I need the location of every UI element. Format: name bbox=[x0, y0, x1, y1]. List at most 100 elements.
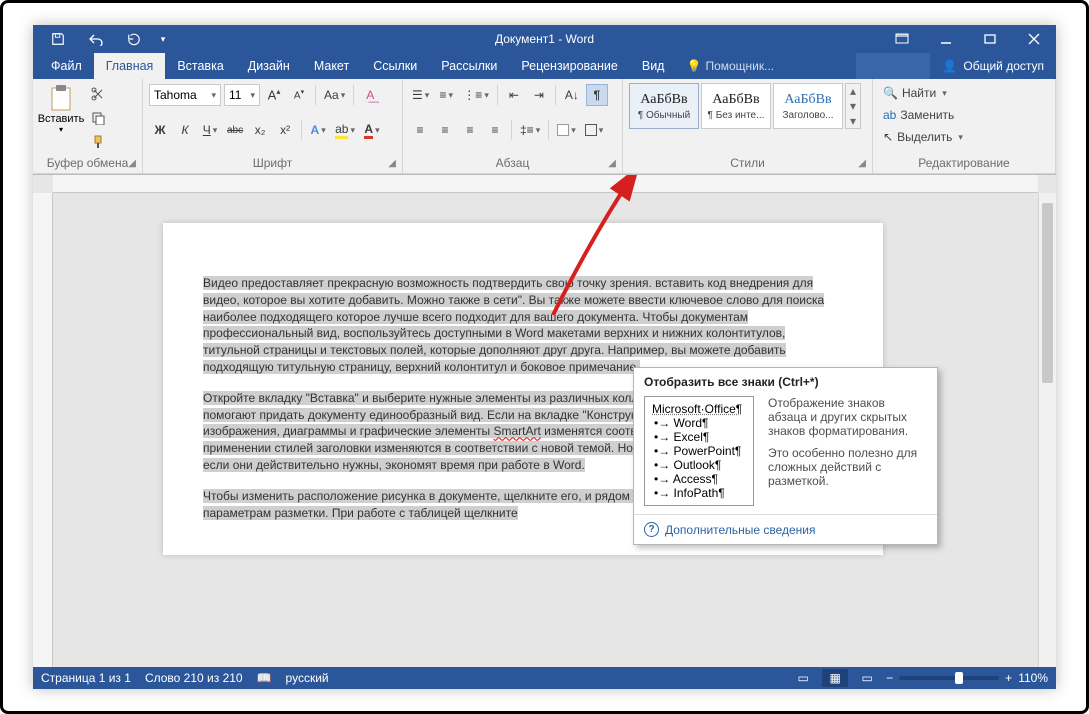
grow-font-button[interactable]: A▴ bbox=[263, 84, 285, 106]
cursor-icon: ↖ bbox=[883, 130, 893, 144]
increase-indent-button[interactable]: ⇥ bbox=[528, 84, 550, 106]
format-painter-button[interactable] bbox=[87, 131, 109, 153]
close-button[interactable] bbox=[1012, 25, 1056, 53]
zoom-out-button[interactable]: − bbox=[886, 671, 893, 685]
change-case-button[interactable]: Aa▾ bbox=[321, 84, 348, 106]
shrink-font-button[interactable]: A▾ bbox=[288, 84, 310, 106]
title-bar: ▾ Документ1 - Word bbox=[33, 25, 1056, 53]
dialog-launcher-icon[interactable]: ◢ bbox=[388, 158, 396, 169]
status-proofing-icon[interactable]: 📖 bbox=[257, 671, 272, 685]
scrollbar-thumb[interactable] bbox=[1042, 203, 1053, 383]
share-button[interactable]: 👤Общий доступ bbox=[930, 53, 1056, 79]
cut-button[interactable] bbox=[87, 83, 109, 105]
group-editing: 🔍Найти▾ abЗаменить ↖Выделить▾ Редактиров… bbox=[873, 79, 1056, 173]
bullets-button[interactable]: ☰▾ bbox=[409, 84, 432, 106]
align-left-button[interactable]: ≡ bbox=[409, 119, 431, 141]
group-styles: АаБбВв¶ Обычный АаБбВв¶ Без инте... АаБб… bbox=[623, 79, 873, 173]
text-effects-button[interactable]: A▾ bbox=[307, 119, 329, 141]
doc-paragraph[interactable]: Видео предоставляет прекрасную возможнос… bbox=[203, 276, 824, 374]
zoom-slider[interactable] bbox=[899, 676, 999, 680]
tab-review[interactable]: Рецензирование bbox=[509, 53, 630, 79]
show-hide-marks-button[interactable]: ¶ bbox=[586, 84, 608, 106]
clear-formatting-button[interactable]: A͟ bbox=[359, 84, 381, 106]
line-spacing-button[interactable]: ‡≡▾ bbox=[517, 119, 543, 141]
ruler-horizontal[interactable] bbox=[53, 175, 1038, 193]
style-no-spacing[interactable]: АаБбВв¶ Без инте... bbox=[701, 83, 771, 129]
numbering-button[interactable]: ≡▾ bbox=[435, 84, 457, 106]
decrease-indent-button[interactable]: ⇤ bbox=[503, 84, 525, 106]
undo-button[interactable] bbox=[79, 27, 113, 51]
status-bar: Страница 1 из 1 Слово 210 из 210 📖 русск… bbox=[33, 667, 1056, 689]
copy-button[interactable] bbox=[87, 107, 109, 129]
tab-mailings[interactable]: Рассылки bbox=[429, 53, 509, 79]
dialog-launcher-icon[interactable]: ◢ bbox=[128, 158, 136, 169]
group-clipboard: Вставить ▾ Буфер обмена◢ bbox=[33, 79, 143, 173]
qat-customize-button[interactable]: ▾ bbox=[155, 27, 171, 51]
pilcrow-tooltip: Отобразить все знаки (Ctrl+*) Microsoft·… bbox=[633, 367, 938, 545]
redo-button[interactable] bbox=[117, 27, 151, 51]
save-button[interactable] bbox=[41, 27, 75, 51]
ribbon-display-button[interactable] bbox=[880, 25, 924, 53]
share-icon: 👤 bbox=[942, 59, 957, 73]
borders-button[interactable]: ▾ bbox=[582, 119, 607, 141]
sort-button[interactable]: A↓ bbox=[561, 84, 583, 106]
group-paragraph: ☰▾ ≡▾ ⋮≡▾ ⇤ ⇥ A↓ ¶ ≡ ≡ ≡ ≡ ‡≡▾ ▾ ▾ Абзац… bbox=[403, 79, 623, 173]
clipboard-icon bbox=[47, 83, 75, 113]
ruler-vertical[interactable] bbox=[33, 193, 53, 667]
font-name-combo[interactable]: Tahoma▾ bbox=[149, 84, 221, 106]
brush-icon bbox=[91, 135, 105, 149]
bold-button[interactable]: Ж bbox=[149, 119, 171, 141]
quick-access-toolbar: ▾ bbox=[33, 27, 171, 51]
group-font: Tahoma▾ 11▾ A▴ A▾ Aa▾ A͟ Ж К Ч▾ abc x₂ x… bbox=[143, 79, 403, 173]
status-page[interactable]: Страница 1 из 1 bbox=[41, 671, 131, 685]
style-normal[interactable]: АаБбВв¶ Обычный bbox=[629, 83, 699, 129]
select-button[interactable]: ↖Выделить▾ bbox=[879, 127, 1049, 147]
zoom-in-button[interactable]: + bbox=[1005, 671, 1012, 685]
status-language[interactable]: русский bbox=[286, 671, 329, 685]
multilevel-button[interactable]: ⋮≡▾ bbox=[460, 84, 492, 106]
tab-references[interactable]: Ссылки bbox=[361, 53, 429, 79]
tab-file[interactable]: Файл bbox=[39, 53, 94, 79]
view-print-button[interactable]: ▦ bbox=[822, 669, 848, 687]
tab-insert[interactable]: Вставка bbox=[165, 53, 235, 79]
dialog-launcher-icon[interactable]: ◢ bbox=[858, 158, 866, 169]
replace-icon: ab bbox=[883, 108, 896, 122]
view-read-button[interactable]: ▭ bbox=[790, 669, 816, 687]
shading-button[interactable]: ▾ bbox=[554, 119, 579, 141]
justify-button[interactable]: ≡ bbox=[484, 119, 506, 141]
italic-button[interactable]: К bbox=[174, 119, 196, 141]
account-user[interactable] bbox=[856, 53, 931, 79]
tooltip-description: Отображение знаков абзаца и других скрыт… bbox=[768, 396, 927, 506]
tab-view[interactable]: Вид bbox=[630, 53, 677, 79]
find-button[interactable]: 🔍Найти▾ bbox=[879, 83, 1049, 103]
align-right-button[interactable]: ≡ bbox=[459, 119, 481, 141]
maximize-button[interactable] bbox=[968, 25, 1012, 53]
subscript-button[interactable]: x₂ bbox=[249, 119, 271, 141]
scrollbar-vertical[interactable] bbox=[1038, 193, 1056, 667]
zoom-level[interactable]: 110% bbox=[1018, 671, 1048, 685]
tab-layout[interactable]: Макет bbox=[302, 53, 361, 79]
tooltip-title: Отобразить все знаки (Ctrl+*) bbox=[634, 368, 937, 393]
status-words[interactable]: Слово 210 из 210 bbox=[145, 671, 243, 685]
highlight-button[interactable]: ab▾ bbox=[332, 119, 358, 141]
style-heading1[interactable]: АаБбВвЗаголово... bbox=[773, 83, 843, 129]
tab-home[interactable]: Главная bbox=[94, 53, 166, 79]
tooltip-more-link[interactable]: ? Дополнительные сведения bbox=[634, 514, 937, 544]
underline-button[interactable]: Ч▾ bbox=[199, 119, 221, 141]
styles-gallery-more[interactable]: ▴▾▾ bbox=[845, 83, 861, 129]
align-center-button[interactable]: ≡ bbox=[434, 119, 456, 141]
ribbon-tabs: Файл Главная Вставка Дизайн Макет Ссылки… bbox=[33, 53, 1056, 79]
superscript-button[interactable]: x² bbox=[274, 119, 296, 141]
font-color-button[interactable]: A▾ bbox=[361, 119, 383, 141]
tell-me-search[interactable]: 💡Помощник... bbox=[676, 53, 784, 79]
view-web-button[interactable]: ▭ bbox=[854, 669, 880, 687]
search-icon: 🔍 bbox=[883, 86, 898, 100]
strikethrough-button[interactable]: abc bbox=[224, 119, 246, 141]
paste-button[interactable]: Вставить ▾ bbox=[39, 83, 83, 134]
tab-design[interactable]: Дизайн bbox=[236, 53, 302, 79]
replace-button[interactable]: abЗаменить bbox=[879, 105, 1049, 125]
dialog-launcher-icon[interactable]: ◢ bbox=[608, 158, 616, 169]
minimize-button[interactable] bbox=[924, 25, 968, 53]
font-size-combo[interactable]: 11▾ bbox=[224, 84, 260, 106]
lightbulb-icon: 💡 bbox=[686, 59, 701, 73]
